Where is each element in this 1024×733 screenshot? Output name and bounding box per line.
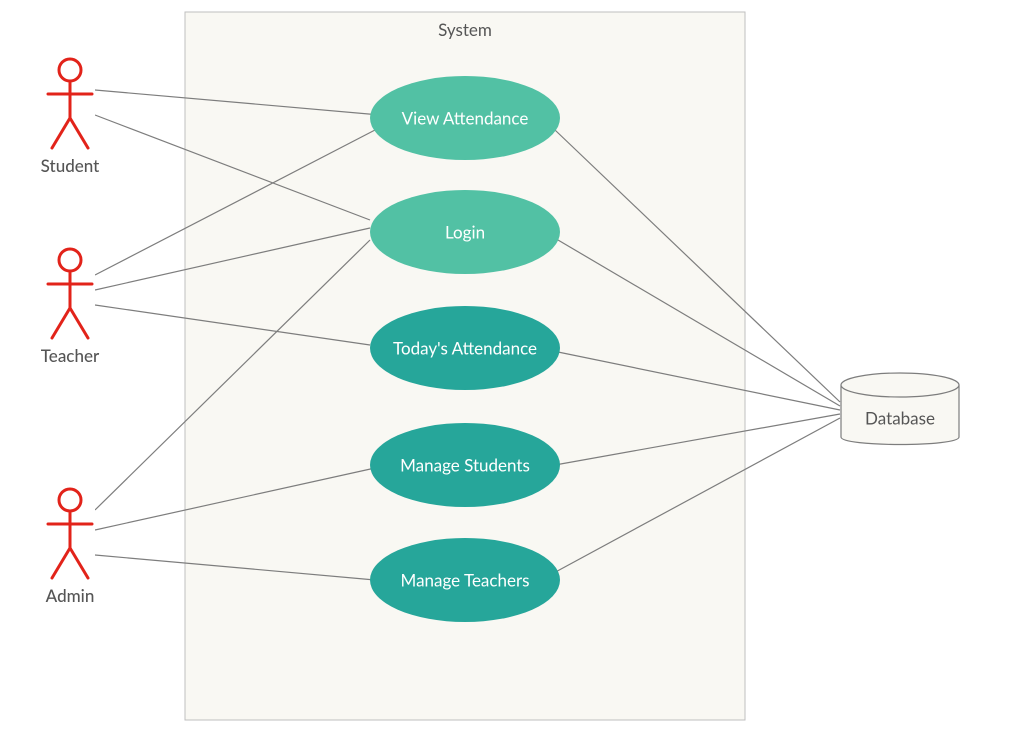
usecase-manage-students: Manage Students [370,423,560,507]
usecase-login-label: Login [445,221,485,242]
database-label: Database [865,407,935,428]
system-title: System [438,19,492,40]
actor-admin: Admin [45,485,95,606]
usecase-manage-teachers-label: Manage Teachers [401,569,530,590]
usecase-login: Login [370,190,560,274]
actor-teacher-label: Teacher [41,345,100,366]
usecase-manage-students-label: Manage Students [400,454,530,475]
actor-student: Student [41,55,100,176]
use-case-diagram: System Student Teacher [0,0,1024,733]
database-node: Database [841,373,959,445]
usecase-todays-attendance: Today's Attendance [370,306,560,390]
actor-teacher: Teacher [41,245,100,366]
usecase-view-attendance-label: View Attendance [402,107,529,128]
actor-admin-label: Admin [46,585,95,606]
usecase-manage-teachers: Manage Teachers [370,538,560,622]
usecase-view-attendance: View Attendance [370,76,560,160]
actor-student-label: Student [41,155,100,176]
usecase-todays-attendance-label: Today's Attendance [393,337,537,358]
